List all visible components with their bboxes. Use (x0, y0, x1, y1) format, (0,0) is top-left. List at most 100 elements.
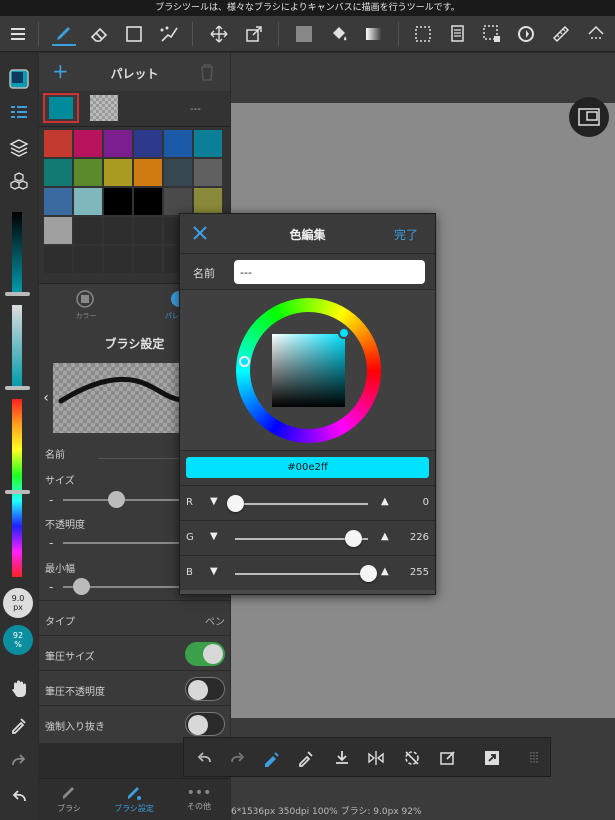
palette-swatch[interactable] (194, 130, 222, 157)
hue-strip-handle[interactable] (5, 490, 30, 494)
hue-strip[interactable] (12, 399, 22, 577)
select-icon[interactable] (411, 22, 435, 46)
palette-swatch[interactable] (164, 159, 192, 186)
snap-icon[interactable] (584, 22, 608, 46)
redo-icon[interactable] (7, 749, 31, 773)
flip-icon[interactable] (364, 746, 388, 770)
palette-swatch[interactable] (44, 130, 72, 157)
opacity-minus[interactable]: - (49, 536, 53, 550)
save-icon[interactable] (330, 746, 354, 770)
value-strip-handle[interactable] (5, 292, 30, 296)
palette-swatch[interactable] (104, 130, 132, 157)
bucket-icon[interactable] (327, 22, 351, 46)
redo-icon[interactable] (226, 746, 250, 770)
min-width-minus[interactable]: - (49, 580, 53, 594)
palette-swatch[interactable] (134, 159, 162, 186)
green-increment-button[interactable]: ▲ (381, 531, 389, 542)
palette-swatch[interactable] (194, 159, 222, 186)
green-slider-thumb[interactable] (344, 530, 362, 547)
palette-swatch[interactable] (74, 217, 102, 244)
tab-brush-settings[interactable]: ブラシ設定 (104, 785, 164, 819)
materials-icon[interactable] (7, 169, 31, 193)
palette-swatch[interactable] (74, 246, 102, 273)
rect-icon[interactable] (122, 22, 146, 46)
grip-icon[interactable] (522, 746, 546, 770)
trash-icon[interactable] (199, 62, 215, 86)
blue-decrement-button[interactable]: ▼ (210, 566, 218, 577)
ruler-icon[interactable] (549, 22, 573, 46)
menu-icon[interactable] (6, 22, 30, 46)
eyedropper-icon[interactable] (294, 746, 318, 770)
palette-swatch[interactable] (134, 188, 162, 215)
type-row[interactable]: タイプ ペン (39, 600, 230, 635)
blue-slider[interactable] (235, 573, 368, 575)
pressure-opacity-toggle[interactable] (185, 677, 225, 701)
size-minus[interactable]: - (49, 493, 53, 507)
fullscreen-icon[interactable] (480, 746, 504, 770)
brush-size-indicator[interactable]: 9.0 px (3, 588, 33, 618)
layer-list-icon[interactable] (7, 101, 31, 125)
color-icon[interactable] (7, 67, 31, 91)
dot-brush-icon[interactable] (157, 22, 181, 46)
chevron-left-icon[interactable]: ‹ (39, 363, 53, 433)
palette-swatch[interactable] (134, 130, 162, 157)
hue-ring-handle[interactable] (239, 356, 250, 367)
brush-opacity-indicator[interactable]: 92 % (3, 625, 33, 655)
palette-swatch[interactable] (44, 246, 72, 273)
red-decrement-button[interactable]: ▼ (210, 496, 218, 507)
undo-icon[interactable] (192, 746, 216, 770)
eraser-icon[interactable] (87, 22, 111, 46)
palette-swatch[interactable] (74, 159, 102, 186)
move-icon[interactable] (207, 22, 231, 46)
done-button[interactable]: 完了 (394, 226, 418, 243)
palette-swatch[interactable] (194, 188, 222, 215)
saturation-value-square[interactable] (272, 334, 345, 407)
select-rect-icon[interactable] (480, 22, 504, 46)
layers-icon[interactable] (7, 135, 31, 159)
navigator-button[interactable] (569, 97, 609, 137)
transform-icon[interactable] (242, 22, 266, 46)
rotate-reset-icon[interactable] (400, 746, 424, 770)
tab-other[interactable]: ••• その他 (169, 785, 229, 819)
brush-icon[interactable] (52, 22, 76, 46)
min-width-slider-thumb[interactable] (73, 578, 90, 595)
palette-swatch[interactable] (74, 188, 102, 215)
palette-swatch[interactable] (164, 188, 192, 215)
clear-icon[interactable] (436, 746, 460, 770)
size-slider-thumb[interactable] (107, 491, 125, 508)
hex-color-bar[interactable]: #00e2ff (186, 457, 429, 478)
saturation-strip[interactable] (12, 305, 22, 387)
palette-swatch[interactable] (74, 130, 102, 157)
palette-swatch[interactable] (164, 130, 192, 157)
sv-square-handle[interactable] (338, 327, 350, 339)
palette-swatch[interactable] (104, 188, 132, 215)
value-strip[interactable] (12, 212, 22, 292)
palette-swatch[interactable] (104, 246, 132, 273)
rotate-icon[interactable] (514, 22, 538, 46)
current-color-swatch[interactable] (43, 93, 79, 123)
hand-icon[interactable] (7, 677, 31, 701)
palette-swatch[interactable] (134, 217, 162, 244)
green-decrement-button[interactable]: ▼ (210, 531, 218, 542)
red-slider-thumb[interactable] (227, 495, 244, 512)
palette-swatch[interactable] (104, 217, 132, 244)
eyedropper-icon[interactable] (7, 713, 31, 737)
color-tab-icon[interactable] (76, 290, 94, 312)
palette-swatch[interactable] (134, 246, 162, 273)
undo-icon[interactable] (7, 785, 31, 809)
palette-swatch[interactable] (44, 188, 72, 215)
eraser-toggle-icon[interactable] (260, 746, 284, 770)
red-increment-button[interactable]: ▲ (381, 496, 389, 507)
palette-swatch[interactable] (44, 217, 72, 244)
palette-swatch[interactable] (104, 159, 132, 186)
gradient-icon[interactable] (362, 22, 386, 46)
blue-slider-thumb[interactable] (360, 565, 377, 582)
saturation-strip-handle[interactable] (5, 386, 30, 390)
palette-swatch[interactable] (44, 159, 72, 186)
forced-taper-toggle[interactable] (185, 712, 225, 736)
blue-increment-button[interactable]: ▲ (381, 566, 389, 577)
fill-color-icon[interactable] (292, 22, 316, 46)
layer-list-icon[interactable] (445, 22, 469, 46)
pressure-size-toggle[interactable] (185, 642, 225, 666)
tab-brush[interactable]: ブラシ (39, 785, 99, 819)
